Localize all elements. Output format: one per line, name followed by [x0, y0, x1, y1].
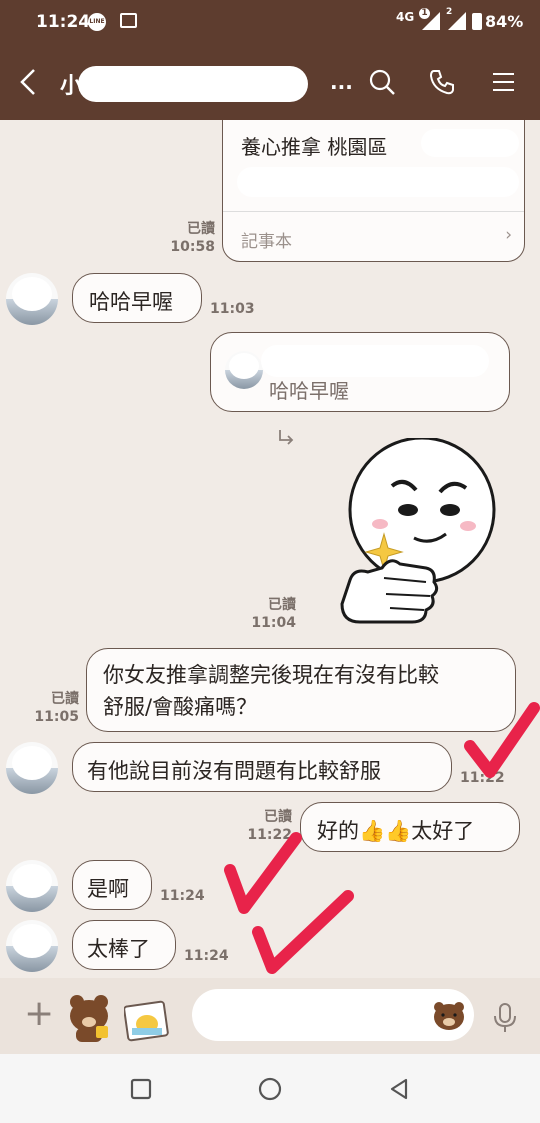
chat-header: 小 ... [0, 44, 540, 120]
search-icon[interactable] [368, 68, 396, 96]
message-time: 11:04 [251, 615, 296, 631]
back-nav-icon[interactable] [388, 1078, 410, 1100]
message-meta: 已讀 11:04 [240, 596, 296, 632]
message-meta: 已讀 10:58 [160, 220, 215, 256]
signal-icon-2 [448, 12, 466, 30]
status-bar: 11:24 LINE 4G 1 2 84% [0, 0, 540, 44]
redaction-mark [261, 345, 489, 377]
system-nav-bar [0, 1054, 540, 1123]
sticker-bear-icon[interactable] [64, 992, 116, 1042]
message-time: 10:58 [170, 239, 215, 255]
status-time: 11:24 [36, 12, 91, 32]
message-text: 哈哈早喔 [89, 290, 173, 314]
note-card-text: 養心推拿 桃園區 [241, 135, 388, 159]
home-icon[interactable] [258, 1077, 282, 1101]
note-footer-label: 記事本 [241, 232, 292, 252]
message-time: 11:24 [184, 948, 229, 964]
redaction-mark [78, 66, 308, 102]
message-meta: 已讀 11:05 [24, 690, 79, 726]
redaction-mark [237, 167, 519, 197]
message-text-line: 你女友推拿調整完後現在有沒有比較 [103, 663, 439, 687]
phone-icon[interactable] [428, 68, 456, 96]
back-icon[interactable] [14, 64, 44, 100]
avatar[interactable] [6, 273, 58, 325]
gallery-sticker-icon[interactable] [124, 998, 170, 1042]
sticker-moon-thumbs-up[interactable] [334, 438, 504, 628]
note-card[interactable]: 養心推拿 桃園區 記事本 › [222, 120, 525, 262]
chat-area[interactable]: 養心推拿 桃園區 記事本 › 已讀 10:58 哈哈早喔 11:03 哈哈早喔 … [0, 120, 540, 978]
check-mark-annotation [252, 890, 354, 974]
check-mark-annotation [464, 702, 540, 778]
microphone-icon[interactable] [492, 1002, 518, 1034]
chevron-right-icon: › [505, 225, 512, 245]
recents-icon[interactable] [130, 1078, 152, 1100]
divider [223, 211, 524, 212]
reply-card[interactable]: 哈哈早喔 [210, 332, 510, 412]
message-text: 太棒了 [87, 937, 150, 961]
message-text: 有他說目前沒有問題有比較舒服 [87, 759, 381, 783]
message-bubble[interactable]: 是啊 [72, 860, 152, 910]
signal-icon-1 [422, 12, 440, 30]
title-ellipsis: ... [330, 70, 353, 94]
message-bubble[interactable]: 太棒了 [72, 920, 176, 970]
message-input-bar: + [0, 978, 540, 1054]
read-receipt: 已讀 [264, 809, 292, 825]
avatar[interactable] [6, 920, 58, 972]
network-type: 4G [396, 10, 415, 24]
emoji-bear-icon[interactable] [432, 999, 466, 1031]
reply-arrow-icon [279, 430, 294, 445]
avatar[interactable] [6, 742, 58, 794]
read-receipt: 已讀 [187, 221, 215, 237]
message-bubble[interactable]: 好的👍👍太好了 [300, 802, 520, 852]
gallery-notification-icon [120, 13, 137, 28]
battery-icon [472, 13, 482, 30]
read-receipt: 已讀 [51, 691, 79, 707]
message-time: 11:05 [34, 709, 79, 725]
message-bubble[interactable]: 你女友推拿調整完後現在有沒有比較 舒服/會酸痛嗎？ [86, 648, 516, 732]
line-notification-icon: LINE [88, 13, 106, 31]
message-bubble[interactable]: 有他說目前沒有問題有比較舒服 [72, 742, 452, 792]
message-input[interactable] [192, 989, 474, 1041]
message-text: 是啊 [87, 877, 129, 901]
redaction-mark [421, 129, 519, 157]
read-receipt: 已讀 [268, 597, 296, 613]
message-text: 好的👍👍太好了 [317, 819, 475, 843]
message-text-line: 舒服/會酸痛嗎？ [103, 695, 258, 719]
avatar[interactable] [6, 860, 58, 912]
plus-icon[interactable]: + [24, 996, 54, 1032]
message-bubble[interactable]: 哈哈早喔 [72, 273, 202, 323]
quoted-text: 哈哈早喔 [269, 379, 349, 403]
menu-icon[interactable] [490, 68, 518, 96]
message-time: 11:24 [160, 888, 205, 904]
avatar [225, 351, 263, 389]
message-time: 11:03 [210, 301, 255, 317]
battery-percent: 84% [485, 12, 524, 31]
